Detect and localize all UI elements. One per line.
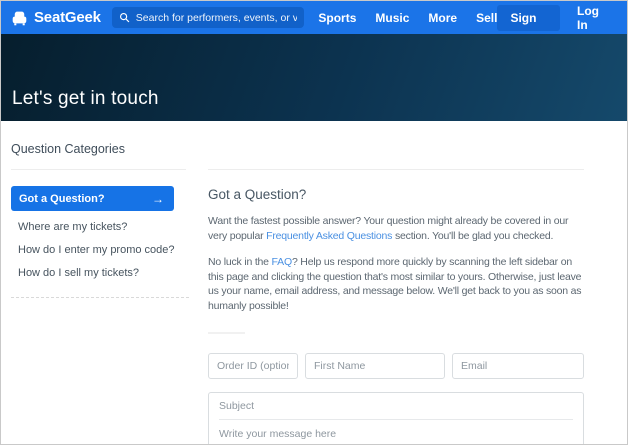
sidebar-item-got-a-question[interactable]: Got a Question? → (11, 186, 174, 211)
intro-paragraph: Want the fastest possible answer? Your q… (208, 214, 584, 243)
sidebar-item-where-are-my-tickets[interactable]: Where are my tickets? (11, 221, 186, 234)
search-icon (119, 12, 130, 23)
seatgeek-contact-page: SeatGeek Sports Music More Sell Sign Up … (0, 0, 628, 445)
contact-form-row (208, 353, 584, 379)
section-title: Question Categories (11, 142, 125, 156)
subject-field[interactable] (219, 393, 573, 420)
log-in-button[interactable]: Log In (565, 4, 618, 32)
main-top-divider (208, 169, 584, 170)
form-top-divider (208, 332, 245, 334)
message-field[interactable] (219, 428, 573, 444)
search-input[interactable] (135, 11, 298, 24)
main-heading: Got a Question? (208, 187, 307, 202)
top-navbar: SeatGeek Sports Music More Sell Sign Up … (1, 1, 627, 51)
message-box (208, 392, 584, 444)
sidebar-bottom-divider (11, 297, 189, 298)
email-field[interactable] (452, 353, 584, 379)
faq-link-long[interactable]: Frequently Asked Questions (266, 230, 392, 242)
question-categories-sidebar: Got a Question? → Where are my tickets? … (11, 169, 189, 444)
nav-link-sports[interactable]: Sports (318, 11, 356, 25)
nav-link-sell[interactable]: Sell (476, 11, 497, 25)
sidebar-top-divider (11, 169, 186, 170)
content-area: Question Categories Got a Question? → Wh… (1, 142, 627, 444)
page-title: Let's get in touch (12, 88, 159, 109)
first-name-field[interactable] (305, 353, 445, 379)
sidebar-item-label: Got a Question? (19, 192, 105, 205)
paragraph-text: No luck in the (208, 256, 272, 268)
order-id-field[interactable] (208, 353, 298, 379)
seatgeek-seat-icon (10, 10, 29, 26)
sidebar-item-sell-tickets[interactable]: How do I sell my tickets? (11, 267, 186, 280)
search-bar[interactable] (111, 7, 305, 28)
seatgeek-logo[interactable]: SeatGeek (10, 9, 101, 26)
main-panel: Got a Question? Want the fastest possibl… (208, 169, 584, 444)
faq-link-short[interactable]: FAQ (272, 256, 293, 268)
paragraph-text: section. You'll be glad you checked. (392, 229, 554, 242)
nav-link-more[interactable]: More (428, 11, 457, 25)
primary-nav: Sports Music More Sell (318, 11, 497, 25)
nav-link-music[interactable]: Music (375, 11, 409, 25)
auth-area: Sign Up Log In (497, 4, 618, 51)
sidebar-item-promo-code[interactable]: How do I enter my promo code? (11, 244, 186, 257)
brand-name: SeatGeek (34, 9, 101, 26)
arrow-right-icon: → (152, 191, 164, 206)
hero-banner: Let's get in touch (1, 34, 627, 121)
instructions-paragraph: No luck in the FAQ? Help us respond more… (208, 255, 584, 313)
sign-up-button[interactable]: Sign Up (497, 4, 560, 51)
